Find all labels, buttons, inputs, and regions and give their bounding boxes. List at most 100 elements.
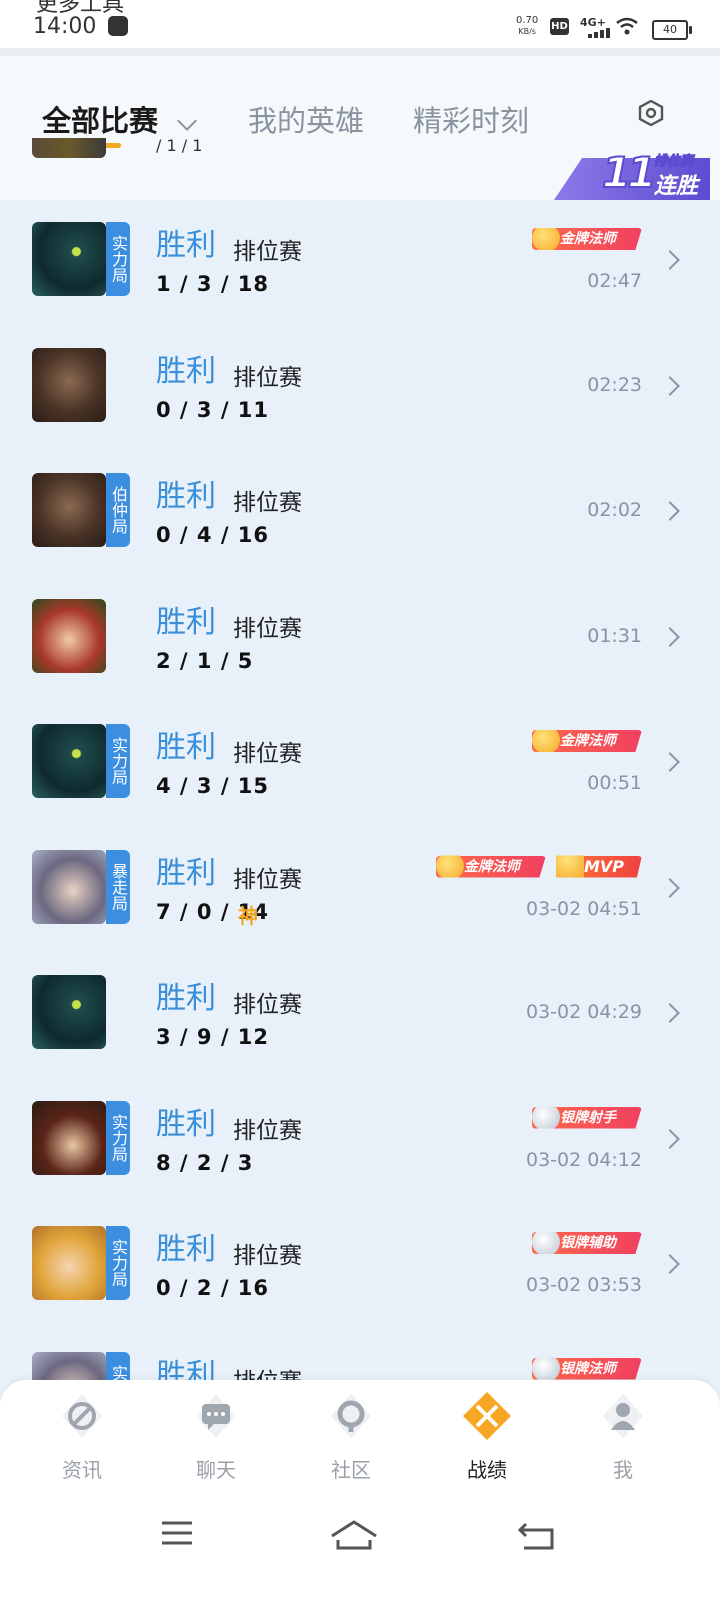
medal-icon xyxy=(532,1357,560,1380)
nav-community[interactable]: 社区 xyxy=(291,1380,411,1490)
match-time: 03-02 04:51 xyxy=(525,897,642,920)
match-mode: 排位赛 xyxy=(233,741,302,767)
hero-avatar xyxy=(32,1226,106,1300)
trophy-icon xyxy=(556,855,584,878)
match-time: 03-02 03:53 xyxy=(525,1274,642,1296)
medal-icon xyxy=(532,730,560,752)
match-mode: 排位赛 xyxy=(233,866,302,893)
hero-avatar xyxy=(32,473,106,547)
match-result: 胜利 xyxy=(156,228,216,263)
menu-icon[interactable] xyxy=(160,1520,194,1546)
match-mode: 排位赛 xyxy=(233,1243,302,1269)
match-row[interactable]: 实力局 胜利 排位赛 1 / 3 / 18 02:47 金牌法师 xyxy=(0,200,720,326)
chevron-right-icon[interactable] xyxy=(660,752,680,772)
match-row[interactable]: 实力局 胜利 排位赛 8 / 2 / 3 03-02 04:12 银牌射手 xyxy=(0,1079,720,1205)
match-tag-badge: 暴走局 xyxy=(106,849,130,924)
hero-avatar xyxy=(32,975,106,1049)
match-row[interactable]: 胜利 排位赛 2 / 1 / 5 01:31 xyxy=(0,577,720,703)
legendary-badge: 神 xyxy=(238,903,258,928)
battery-icon: 40 xyxy=(652,20,692,40)
kda-stats: 3 / 9 / 12 xyxy=(156,1025,270,1049)
tab-highlights[interactable]: 精彩时刻 xyxy=(413,98,529,140)
match-time: 02:23 xyxy=(587,373,642,396)
medal-badge: 金牌法师 xyxy=(532,730,642,752)
chat-icon xyxy=(196,1394,236,1438)
kda-stats: 8 / 2 / 3 xyxy=(156,1150,254,1175)
match-row[interactable]: 暴走局 胜利 排位赛 7 / 0 / 14 神 03-02 04:51 MVP 金牌法师 xyxy=(0,828,720,954)
mvp-badge: MVP xyxy=(556,855,642,878)
match-time: 01:31 xyxy=(587,624,642,647)
back-icon[interactable] xyxy=(518,1520,558,1550)
match-result: 胜利 xyxy=(156,981,216,1016)
kda-stats: 2 / 1 / 5 xyxy=(156,648,254,673)
match-time: 02:47 xyxy=(587,270,642,292)
nav-news[interactable]: 资讯 xyxy=(22,1380,142,1490)
hero-avatar xyxy=(32,724,106,798)
match-tag-badge: 伯仲局 xyxy=(106,473,130,547)
medal-badge: 银牌法师 xyxy=(532,1357,642,1380)
nav-chat[interactable]: 聊天 xyxy=(156,1380,276,1490)
chevron-right-icon[interactable] xyxy=(660,1254,680,1274)
chevron-right-icon[interactable] xyxy=(660,1128,680,1149)
top-header: 全部比赛 我的英雄 精彩时刻 / 1 / 1 11 排位赛 连胜 xyxy=(0,56,720,200)
match-row[interactable]: 实力局 胜利 排位赛 0 / 2 / 16 03-02 03:53 银牌辅助 xyxy=(0,1204,720,1330)
partial-kda: / 1 / 1 xyxy=(156,136,203,155)
match-tag-badge: 实力局 xyxy=(106,1100,130,1175)
hero-avatar xyxy=(32,598,106,673)
match-time: 03-02 04:12 xyxy=(525,1148,642,1171)
match-mode: 排位赛 xyxy=(233,1117,302,1144)
divider xyxy=(0,48,720,56)
chevron-right-icon[interactable] xyxy=(660,877,680,898)
community-icon xyxy=(331,1394,371,1438)
kda-stats: 0 / 3 / 11 xyxy=(156,397,270,422)
chevron-right-icon[interactable] xyxy=(660,1003,680,1023)
kda-stats: 4 / 3 / 15 xyxy=(156,774,270,798)
match-mode: 排位赛 xyxy=(233,490,302,516)
medal-badge: 金牌法师 xyxy=(532,228,642,250)
chevron-down-icon[interactable] xyxy=(177,111,197,131)
match-tag-badge: 实力局 xyxy=(106,1226,130,1300)
medal-icon xyxy=(532,1106,560,1129)
match-time: 02:02 xyxy=(587,499,642,521)
chevron-right-icon[interactable] xyxy=(660,375,680,396)
medal-badge: 金牌法师 xyxy=(436,855,546,878)
match-result: 胜利 xyxy=(156,1232,216,1267)
record-icon xyxy=(463,1392,511,1440)
kda-stats: 0 / 4 / 16 xyxy=(156,523,270,547)
match-tag-badge: 实力局 xyxy=(106,222,130,296)
home-icon[interactable] xyxy=(330,1520,378,1550)
hd-icon: HD xyxy=(550,18,569,35)
hero-avatar xyxy=(32,849,106,924)
profile-icon xyxy=(603,1394,643,1438)
medal-icon xyxy=(532,228,560,250)
chevron-right-icon[interactable] xyxy=(660,501,680,521)
wifi-icon xyxy=(616,17,638,35)
nav-profile[interactable]: 我 xyxy=(563,1380,683,1490)
news-icon xyxy=(62,1394,102,1438)
win-streak-badge: 11 排位赛 连胜 xyxy=(554,147,710,200)
match-row[interactable]: 实力局 胜利 排位赛 4 / 3 / 15 00:51 金牌法师 xyxy=(0,702,720,828)
match-row[interactable]: 胜利 排位赛 3 / 9 / 12 03-02 04:29 xyxy=(0,953,720,1079)
kda-stats: 1 / 3 / 18 xyxy=(156,272,270,296)
match-row[interactable]: 伯仲局 胜利 排位赛 0 / 4 / 16 02:02 xyxy=(0,451,720,577)
chevron-right-icon[interactable] xyxy=(660,626,680,647)
tab-my-heroes[interactable]: 我的英雄 xyxy=(248,98,364,140)
tab-all-matches[interactable]: 全部比赛 xyxy=(42,98,158,140)
hero-avatar xyxy=(32,222,106,296)
match-list: 实力局 胜利 排位赛 1 / 3 / 18 02:47 金牌法师 胜利 排位赛 0 / 3 / … xyxy=(0,200,720,1400)
chevron-right-icon[interactable] xyxy=(660,250,680,270)
match-mode: 排位赛 xyxy=(233,239,302,265)
match-tag-badge: 实力局 xyxy=(106,724,130,798)
match-time: 03-02 04:29 xyxy=(525,1001,642,1023)
match-mode: 排位赛 xyxy=(233,992,302,1018)
partial-hero-avatar xyxy=(32,138,106,158)
app-notification-icon xyxy=(108,16,128,36)
medal-icon xyxy=(532,1232,560,1254)
hexagon-settings-icon[interactable] xyxy=(638,100,664,126)
nav-record[interactable]: 战绩 xyxy=(427,1380,547,1490)
medal-icon xyxy=(436,855,464,878)
match-row[interactable]: 胜利 排位赛 0 / 3 / 11 02:23 xyxy=(0,326,720,452)
signal-icon xyxy=(588,28,612,38)
hero-avatar xyxy=(32,347,106,422)
kda-stats: 0 / 2 / 16 xyxy=(156,1276,270,1300)
